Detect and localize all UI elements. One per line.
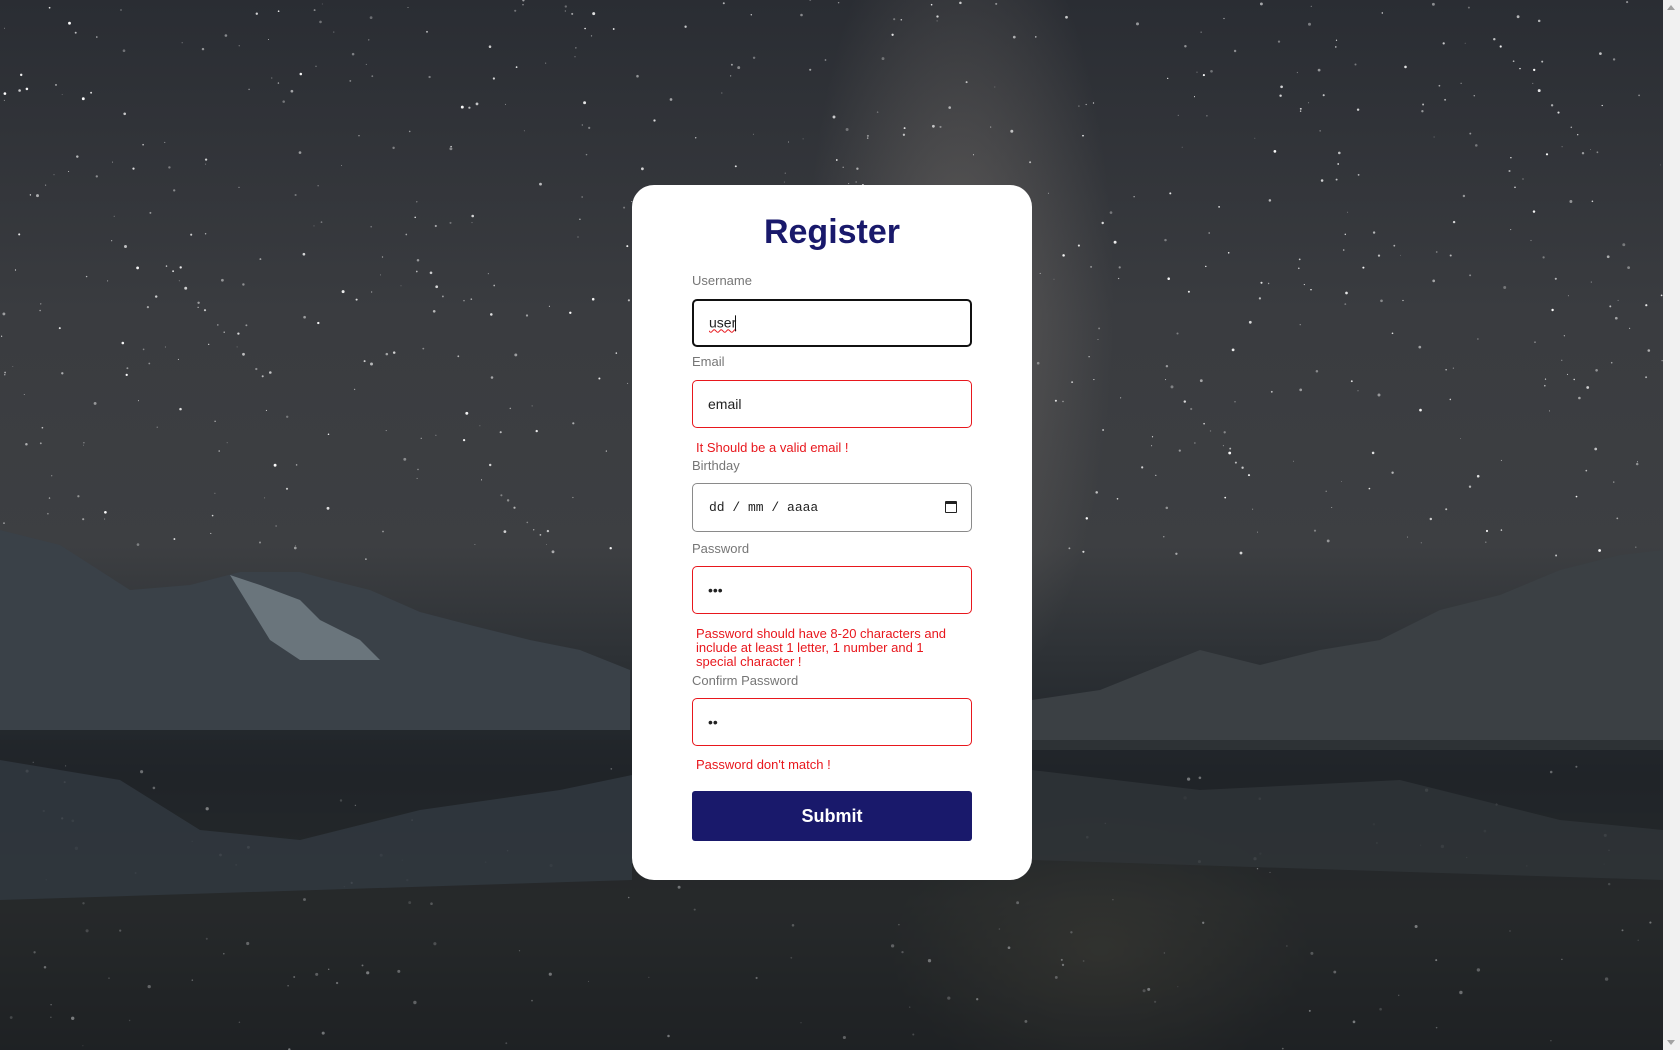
- password-masked-value: •••: [708, 582, 723, 598]
- confirm-password-label: Confirm Password: [692, 673, 799, 688]
- vertical-scrollbar[interactable]: [1663, 0, 1680, 1050]
- username-input[interactable]: user: [692, 299, 972, 347]
- register-card: Register Username user Email email It Sh…: [632, 185, 1032, 880]
- submit-button[interactable]: Submit: [692, 791, 972, 841]
- calendar-icon[interactable]: [945, 501, 957, 513]
- scroll-down-arrow-icon[interactable]: [1667, 1040, 1675, 1045]
- email-label: Email: [692, 354, 725, 369]
- password-input[interactable]: •••: [692, 566, 972, 614]
- password-label: Password: [692, 541, 750, 556]
- password-error: Password should have 8-20 characters and…: [696, 626, 947, 669]
- text-caret: [735, 315, 737, 332]
- birthday-label: Birthday: [692, 458, 740, 473]
- confirm-password-masked-value: ••: [708, 714, 718, 730]
- email-input[interactable]: email: [692, 380, 972, 428]
- birthday-placeholder: dd / mm / aaaa: [709, 500, 819, 515]
- confirm-password-error: Password don't match !: [696, 757, 831, 772]
- username-value: user: [709, 314, 737, 332]
- confirm-password-input[interactable]: ••: [692, 698, 972, 746]
- scroll-up-arrow-icon[interactable]: [1667, 5, 1675, 10]
- email-value: email: [708, 396, 742, 412]
- page-title: Register: [763, 213, 901, 251]
- email-error: It Should be a valid email !: [696, 440, 849, 455]
- username-label: Username: [692, 273, 752, 288]
- birthday-date-input[interactable]: dd / mm / aaaa: [692, 483, 972, 532]
